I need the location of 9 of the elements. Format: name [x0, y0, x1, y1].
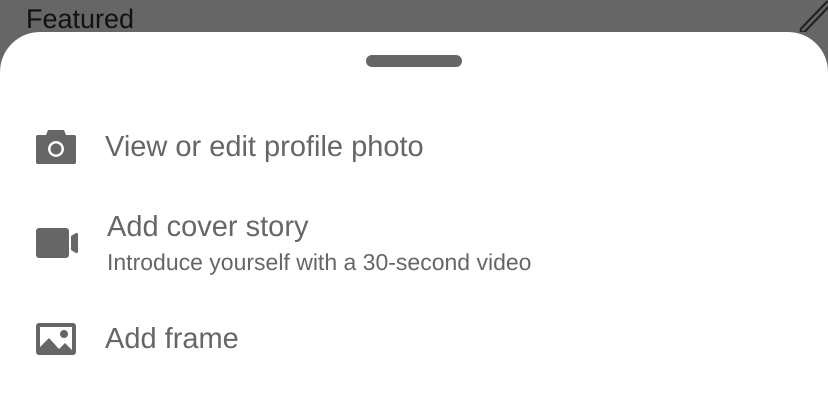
image-icon — [36, 323, 76, 355]
menu-item-description: Introduce yourself with a 30-second video — [107, 248, 532, 276]
menu-item[interactable]: View or edit profile photo — [105, 130, 424, 164]
drag-handle[interactable] — [366, 55, 462, 67]
video-camera-icon — [36, 228, 78, 258]
menu-item[interactable]: Add frame — [105, 322, 239, 356]
camera-icon — [36, 130, 76, 164]
menu-item[interactable]: Add cover story — [107, 210, 532, 244]
section-title: Featured — [26, 3, 134, 32]
